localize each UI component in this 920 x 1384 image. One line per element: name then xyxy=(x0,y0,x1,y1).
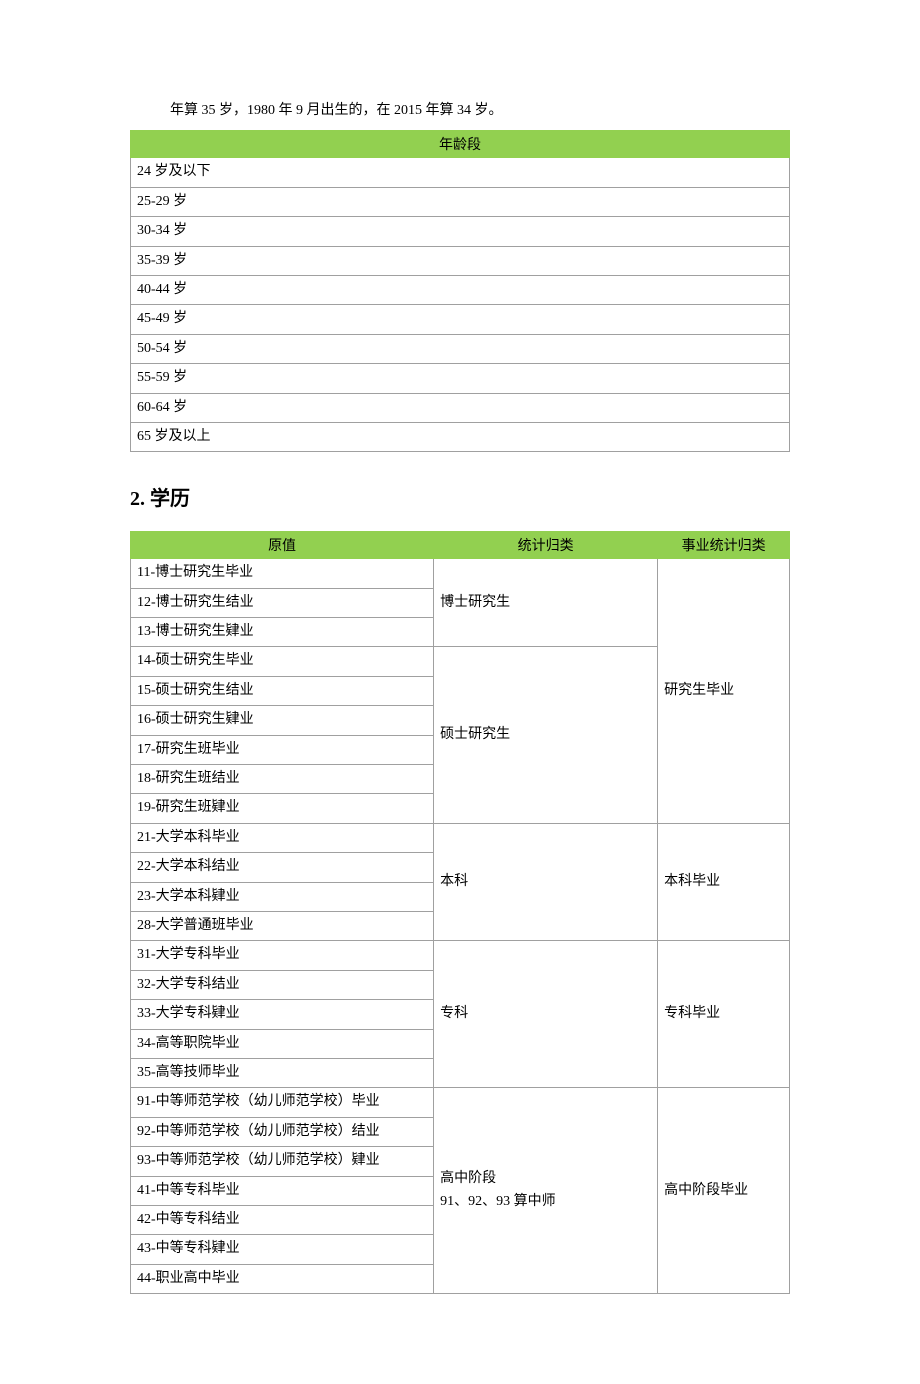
education-original-cell: 12-博士研究生结业 xyxy=(131,588,434,617)
education-original-cell: 18-研究生班结业 xyxy=(131,765,434,794)
intro-text: 年算 35 岁，1980 年 9 月出生的，在 2015 年算 34 岁。 xyxy=(170,100,790,122)
education-original-cell: 28-大学普通班毕业 xyxy=(131,911,434,940)
age-range-cell: 65 岁及以上 xyxy=(131,422,790,451)
age-range-cell: 60-64 岁 xyxy=(131,393,790,422)
education-original-cell: 19-研究生班肄业 xyxy=(131,794,434,823)
age-range-table: 年龄段 24 岁及以下25-29 岁30-34 岁35-39 岁40-44 岁4… xyxy=(130,130,790,452)
age-range-cell: 25-29 岁 xyxy=(131,187,790,216)
education-original-cell: 23-大学本科肄业 xyxy=(131,882,434,911)
education-original-cell: 91-中等师范学校（幼儿师范学校）毕业 xyxy=(131,1088,434,1117)
education-original-cell: 31-大学专科毕业 xyxy=(131,941,434,970)
education-career-cell: 本科毕业 xyxy=(658,823,790,941)
education-career-cell: 研究生毕业 xyxy=(658,559,790,824)
education-original-cell: 11-博士研究生毕业 xyxy=(131,559,434,588)
education-original-cell: 42-中等专科结业 xyxy=(131,1205,434,1234)
education-stat-cell: 高中阶段91、92、93 算中师 xyxy=(434,1088,658,1294)
age-range-header: 年龄段 xyxy=(131,131,790,158)
age-range-cell: 40-44 岁 xyxy=(131,275,790,304)
education-original-cell: 43-中等专科肄业 xyxy=(131,1235,434,1264)
age-range-cell: 24 岁及以下 xyxy=(131,158,790,187)
education-col-stat: 统计归类 xyxy=(434,532,658,559)
education-col-career: 事业统计归类 xyxy=(658,532,790,559)
education-original-cell: 22-大学本科结业 xyxy=(131,853,434,882)
education-original-cell: 92-中等师范学校（幼儿师范学校）结业 xyxy=(131,1117,434,1146)
education-original-cell: 41-中等专科毕业 xyxy=(131,1176,434,1205)
education-career-cell: 专科毕业 xyxy=(658,941,790,1088)
age-range-cell: 35-39 岁 xyxy=(131,246,790,275)
education-original-cell: 93-中等师范学校（幼儿师范学校）肄业 xyxy=(131,1147,434,1176)
education-stat-cell: 本科 xyxy=(434,823,658,941)
education-original-cell: 32-大学专科结业 xyxy=(131,970,434,999)
education-original-cell: 44-职业高中毕业 xyxy=(131,1264,434,1293)
education-col-original: 原值 xyxy=(131,532,434,559)
age-range-cell: 50-54 岁 xyxy=(131,334,790,363)
education-original-cell: 17-研究生班毕业 xyxy=(131,735,434,764)
education-original-cell: 21-大学本科毕业 xyxy=(131,823,434,852)
education-table: 原值 统计归类 事业统计归类 11-博士研究生毕业博士研究生研究生毕业 12-博士… xyxy=(130,531,790,1294)
education-original-cell: 35-高等技师毕业 xyxy=(131,1058,434,1087)
education-stat-cell: 博士研究生 xyxy=(434,559,658,647)
education-career-cell: 高中阶段毕业 xyxy=(658,1088,790,1294)
education-original-cell: 14-硕士研究生毕业 xyxy=(131,647,434,676)
age-range-cell: 55-59 岁 xyxy=(131,364,790,393)
age-range-cell: 30-34 岁 xyxy=(131,217,790,246)
education-stat-cell: 硕士研究生 xyxy=(434,647,658,823)
education-original-cell: 15-硕士研究生结业 xyxy=(131,676,434,705)
education-stat-cell: 专科 xyxy=(434,941,658,1088)
age-range-cell: 45-49 岁 xyxy=(131,305,790,334)
education-original-cell: 13-博士研究生肄业 xyxy=(131,618,434,647)
section-heading-education: 2. 学历 xyxy=(130,482,790,511)
education-original-cell: 33-大学专科肄业 xyxy=(131,1000,434,1029)
education-original-cell: 16-硕士研究生肄业 xyxy=(131,706,434,735)
education-original-cell: 34-高等职院毕业 xyxy=(131,1029,434,1058)
